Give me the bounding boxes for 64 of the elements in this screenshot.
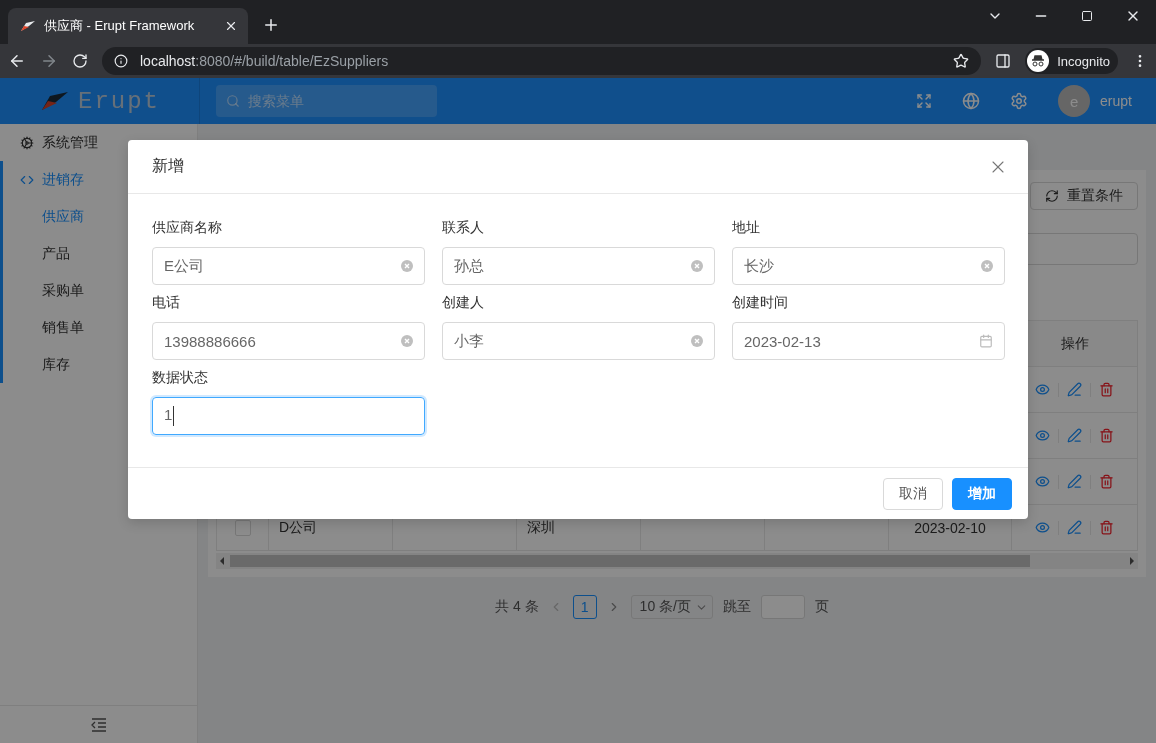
jump-label: 跳至: [722, 598, 751, 616]
info-icon: [114, 54, 128, 68]
fullscreen-icon[interactable]: [916, 93, 933, 109]
total-count: 共 4 条: [495, 598, 539, 616]
incognito-icon: [1027, 50, 1050, 72]
trash-icon[interactable]: [1099, 520, 1114, 535]
input-field[interactable]: 孙总: [442, 247, 715, 285]
input-field[interactable]: 13988886666: [152, 322, 425, 360]
field-label: 创建时间: [732, 293, 789, 312]
logo-icon: [40, 90, 70, 112]
eye-icon[interactable]: [1035, 428, 1050, 443]
scrollbar[interactable]: [216, 553, 1138, 569]
address-bar[interactable]: localhost:8080/#/build/table/EzSuppliers: [102, 47, 982, 75]
side-panel-icon[interactable]: [995, 53, 1012, 69]
eye-icon[interactable]: [1035, 520, 1050, 535]
logo-icon: [20, 20, 36, 32]
new-tab-icon[interactable]: [262, 16, 280, 34]
profile-button[interactable]: Incognito: [1025, 48, 1118, 74]
input-field[interactable]: 长沙: [732, 247, 1005, 285]
clear-icon[interactable]: [691, 260, 703, 272]
edit-icon[interactable]: [1067, 474, 1082, 489]
input-field[interactable]: E公司: [152, 247, 425, 285]
tab-title: 供应商 - Erupt Framework: [44, 17, 196, 35]
collapse-icon[interactable]: [90, 717, 107, 732]
trash-icon[interactable]: [1099, 382, 1114, 397]
clear-icon[interactable]: [401, 335, 413, 347]
reset-button[interactable]: 重置条件: [1030, 182, 1138, 210]
close-icon[interactable]: [224, 19, 238, 33]
clear-icon[interactable]: [691, 335, 703, 347]
field-label: 电话: [152, 293, 181, 312]
globe-icon[interactable]: [962, 92, 981, 110]
reload-icon[interactable]: [72, 53, 88, 69]
clear-icon[interactable]: [401, 260, 413, 272]
settings-icon[interactable]: [1010, 92, 1029, 110]
field-label: 数据状态: [152, 368, 209, 387]
gears-icon: [20, 135, 34, 150]
edit-icon[interactable]: [1067, 520, 1082, 535]
trash-icon[interactable]: [1099, 428, 1114, 443]
input-field[interactable]: 小李: [442, 322, 715, 360]
page-size-select[interactable]: 10 条/页: [630, 595, 713, 619]
page-label: 页: [814, 598, 829, 616]
field-label: 地址: [732, 218, 761, 237]
back-icon[interactable]: [8, 52, 26, 70]
forward-icon[interactable]: [40, 52, 58, 70]
clear-icon[interactable]: [981, 260, 993, 272]
checkbox[interactable]: [234, 519, 251, 536]
input-field[interactable]: 2023-02-13: [732, 322, 1005, 360]
eye-icon[interactable]: [1035, 382, 1050, 397]
brand-name: Erupt: [78, 87, 160, 115]
edit-icon[interactable]: [1067, 428, 1082, 443]
calendar-icon[interactable]: [979, 334, 993, 348]
cancel-button[interactable]: 取消: [883, 477, 943, 510]
trash-icon[interactable]: [1099, 474, 1114, 489]
refresh-icon: [1045, 189, 1059, 203]
star-icon[interactable]: [953, 53, 970, 69]
browser-tab[interactable]: 供应商 - Erupt Framework: [8, 8, 248, 44]
field-label: 创建人: [442, 293, 485, 312]
edit-icon[interactable]: [1067, 382, 1082, 397]
eye-icon[interactable]: [1035, 474, 1050, 489]
dialog-title: 新增: [152, 156, 184, 176]
field-label: 供应商名称: [152, 218, 223, 237]
submit-button[interactable]: 增加: [952, 477, 1012, 510]
input-field[interactable]: 1: [152, 397, 425, 435]
field-label: 联系人: [442, 218, 485, 237]
